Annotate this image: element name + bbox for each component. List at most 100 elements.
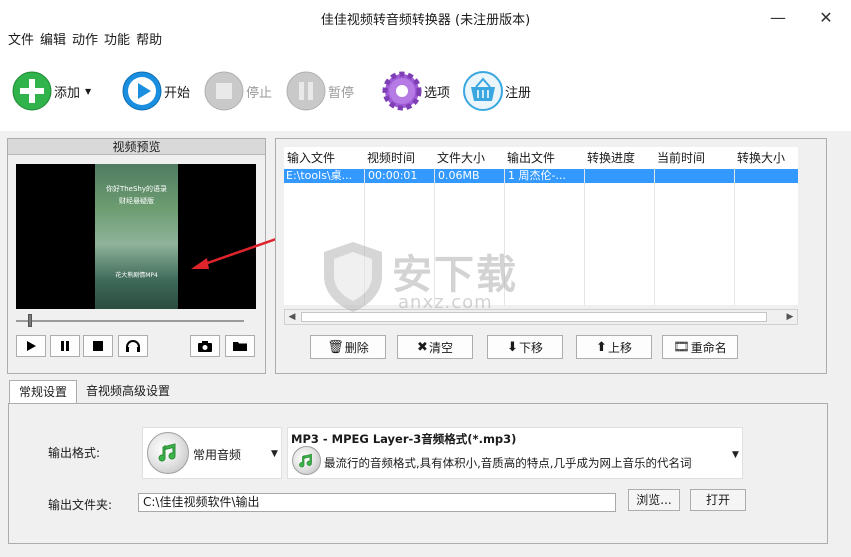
row-video-time: 00:00:01 — [368, 169, 418, 182]
row-output-file: 1 周杰伦-... — [508, 169, 566, 182]
add-label: 添加 — [54, 85, 81, 101]
pause-icon — [61, 341, 69, 351]
scroll-left-icon[interactable]: ◀ — [285, 310, 299, 324]
play-button[interactable] — [16, 335, 46, 357]
headphones-icon — [126, 340, 140, 352]
music-note-icon — [158, 443, 176, 462]
snapshot-button[interactable] — [190, 335, 220, 357]
column-divider — [734, 169, 735, 305]
stop-preview-button[interactable] — [83, 335, 113, 357]
add-button[interactable]: 添加 ▼ — [12, 69, 91, 113]
plus-icon — [12, 71, 52, 111]
menu-bar: 文件 编辑 动作 功能 帮助 — [0, 31, 851, 51]
register-button[interactable]: 注册 — [463, 69, 531, 113]
column-input-file[interactable]: 输入文件 — [287, 149, 335, 167]
format-select[interactable]: MP3 - MPEG Layer-3音频格式(*.mp3) 最流行的音频格式,具… — [287, 427, 743, 479]
chevron-down-icon: ▼ — [271, 449, 278, 459]
column-converted-size[interactable]: 转换大小 — [737, 149, 785, 167]
scroll-right-icon[interactable]: ▶ — [783, 310, 797, 324]
window-title: 佳佳视频转音频转换器 (未注册版本) — [320, 13, 531, 28]
register-label: 注册 — [505, 85, 532, 101]
watermark: 安下载 anxz.com — [320, 238, 540, 320]
menu-action[interactable]: 动作 — [64, 31, 98, 51]
rename-button[interactable]: 🎞 重命名 — [662, 335, 738, 359]
column-divider — [654, 169, 655, 305]
start-label: 开始 — [164, 85, 191, 101]
row-input-file: E:\tools\桌... — [286, 169, 353, 182]
video-frame: 你好TheShy的语录 财经悬疑版 花大熊剧情MP4 — [95, 164, 178, 309]
seek-bar[interactable] — [16, 320, 244, 322]
options-button[interactable]: 选项 — [382, 69, 450, 113]
stop-icon — [204, 71, 244, 111]
row-file-size: 0.06MB — [438, 169, 480, 182]
camera-icon — [198, 341, 212, 352]
format-title: MP3 - MPEG Layer-3音频格式(*.mp3) — [291, 432, 517, 446]
play-icon — [122, 71, 162, 111]
column-divider — [584, 169, 585, 305]
menu-help[interactable]: 帮助 — [128, 31, 162, 51]
folder-icon — [233, 342, 247, 351]
pause-label: 暂停 — [328, 85, 355, 101]
delete-button[interactable]: 🗑 删除 — [310, 335, 386, 359]
video-caption-bottom: 花大熊剧情MP4 — [115, 272, 158, 279]
dropdown-caret-icon[interactable]: ▼ — [85, 87, 91, 96]
column-progress[interactable]: 转换进度 — [587, 149, 635, 167]
seek-handle[interactable] — [28, 314, 32, 327]
format-category-value: 常用音频 — [193, 448, 242, 462]
open-folder-button[interactable] — [225, 335, 255, 357]
format-description: 最流行的音频格式,具有体积小,音质高的特点,几乎成为网上音乐的代名词 — [324, 456, 692, 470]
watermark-url: anxz.com — [398, 292, 493, 313]
music-note-icon — [299, 453, 312, 468]
clear-button[interactable]: ✖ 清空 — [397, 335, 473, 359]
basket-icon — [463, 71, 503, 111]
video-caption-sub: 财经悬疑版 — [119, 197, 154, 205]
pause-button[interactable]: 暂停 — [286, 69, 354, 113]
disc-icon — [147, 432, 189, 474]
title-bar: 佳佳视频转音频转换器 (未注册版本) — ✕ — [0, 0, 851, 34]
disc-icon — [292, 446, 321, 475]
close-button[interactable]: ✕ — [803, 0, 849, 34]
tab-advanced-settings[interactable]: 音视频高级设置 — [80, 380, 176, 404]
video-caption-top: 你好TheShy的语录 — [105, 185, 168, 193]
menu-function[interactable]: 功能 — [96, 31, 130, 51]
trash-icon: 🗑 — [327, 339, 344, 355]
tab-general-settings[interactable]: 常规设置 — [9, 380, 77, 404]
start-button[interactable]: 开始 — [122, 69, 190, 113]
column-output-file[interactable]: 输出文件 — [507, 149, 555, 167]
move-up-button[interactable]: ⬆ 上移 — [576, 335, 652, 359]
arrow-annotation — [191, 236, 280, 269]
x-icon: ✖ — [417, 339, 428, 355]
open-button[interactable]: 打开 — [690, 489, 746, 511]
menu-file[interactable]: 文件 — [0, 31, 34, 51]
minimize-button[interactable]: — — [755, 0, 801, 34]
preview-header: 视频预览 — [8, 139, 265, 155]
gear-icon — [382, 71, 422, 111]
stop-button[interactable]: 停止 — [204, 69, 272, 113]
options-label: 选项 — [424, 85, 451, 101]
stop-icon — [93, 341, 103, 351]
arrow-down-icon: ⬇ — [507, 339, 518, 355]
move-down-label: 下移 — [518, 340, 543, 355]
arrow-up-icon: ⬆ — [596, 339, 607, 355]
clear-label: 清空 — [428, 340, 453, 355]
pause-icon — [286, 71, 326, 111]
film-reel-icon: 🎞 — [673, 339, 690, 355]
column-video-time[interactable]: 视频时间 — [367, 149, 415, 167]
output-format-label: 输出格式: — [48, 446, 101, 460]
column-current-time[interactable]: 当前时间 — [657, 149, 705, 167]
loop-button[interactable] — [118, 335, 148, 357]
output-folder-label: 输出文件夹: — [48, 498, 113, 512]
pause-preview-button[interactable] — [50, 335, 80, 357]
rename-label: 重命名 — [690, 340, 727, 355]
move-down-button[interactable]: ⬇ 下移 — [487, 335, 563, 359]
toolbar: 添加 ▼ 开始 停止 暂停 选项 注册 — [0, 51, 851, 131]
menu-edit[interactable]: 编辑 — [32, 31, 66, 51]
column-file-size[interactable]: 文件大小 — [437, 149, 485, 167]
stop-label: 停止 — [246, 85, 273, 101]
format-category-select[interactable]: 常用音频 ▼ — [142, 427, 282, 479]
delete-label: 删除 — [344, 340, 369, 355]
browse-button[interactable]: 浏览... — [628, 489, 680, 511]
play-icon — [27, 341, 36, 351]
chevron-down-icon: ▼ — [732, 450, 739, 460]
output-folder-input[interactable]: C:\佳佳视频软件\输出 — [138, 493, 616, 512]
